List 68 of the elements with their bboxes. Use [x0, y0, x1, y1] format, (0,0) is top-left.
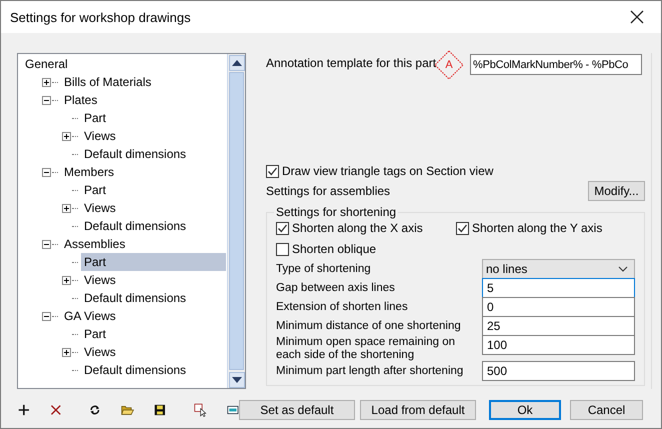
collapse-icon[interactable] — [42, 312, 51, 320]
tree-item[interactable]: Members — [61, 163, 226, 181]
tree-item[interactable]: Plates — [61, 91, 226, 109]
tree-item[interactable]: Bills of Materials — [61, 73, 226, 91]
delete-icon[interactable] — [50, 402, 62, 418]
select-cursor-icon[interactable] — [194, 401, 208, 419]
expand-icon[interactable] — [62, 276, 71, 284]
dialog-button[interactable]: Cancel — [570, 400, 643, 420]
input-field[interactable]: 100 — [482, 335, 635, 355]
tree-item[interactable]: Part — [81, 181, 226, 199]
checkbox[interactable] — [266, 164, 279, 178]
tree-item[interactable]: Assemblies — [61, 235, 226, 253]
field-label: Minimum part length after shortening — [276, 365, 464, 378]
window-title: Settings for workshop drawings — [10, 10, 191, 24]
checkbox-label[interactable]: Shorten oblique — [292, 242, 376, 256]
checkbox[interactable] — [276, 242, 289, 256]
close-icon[interactable] — [630, 10, 644, 24]
modify-button[interactable]: Modify... — [588, 181, 645, 201]
tree-item[interactable]: General — [22, 55, 226, 73]
tree-item[interactable]: GA Views — [61, 307, 226, 325]
input-field[interactable]: 500 — [482, 361, 635, 381]
checkbox-label[interactable]: Draw view triangle tags on Section view — [282, 164, 494, 178]
input-field[interactable]: 0 — [482, 297, 635, 317]
input-field[interactable]: 5 — [482, 278, 635, 298]
expand-icon[interactable] — [62, 204, 71, 212]
scroll-up-icon[interactable] — [228, 55, 244, 71]
field-label: Extension of shorten lines — [276, 301, 409, 314]
tree-item[interactable]: Part — [81, 253, 226, 271]
collapse-icon[interactable] — [42, 168, 51, 176]
save-icon[interactable] — [154, 402, 166, 418]
tree-item[interactable]: Default dimensions — [81, 217, 226, 235]
input-field[interactable]: %PbColMarkNumber% - %PbCo — [470, 54, 642, 75]
scrollbar[interactable] — [227, 54, 245, 388]
tree-item[interactable]: Views — [81, 343, 226, 361]
tree-item[interactable]: Default dimensions — [81, 361, 226, 379]
expand-icon[interactable] — [42, 78, 51, 86]
collapse-icon[interactable] — [42, 96, 51, 104]
dialog-button[interactable]: Load from default — [360, 400, 476, 420]
field-label: Annotation template for this part — [266, 56, 434, 70]
dialog-button[interactable]: Set as default — [239, 400, 355, 420]
tree-item[interactable]: Views — [81, 127, 226, 145]
field-label: Minimum open space remaining on each side of the shortening — [276, 336, 456, 362]
group-title: Settings for shortening — [275, 205, 398, 219]
tree-item[interactable]: Part — [81, 109, 226, 127]
window-icon[interactable] — [227, 403, 239, 417]
caret-icon[interactable] — [618, 266, 628, 272]
ok-button[interactable]: Ok — [489, 400, 561, 420]
tree-item[interactable]: Part — [81, 325, 226, 343]
collapse-icon[interactable] — [42, 240, 51, 248]
scroll-thumb[interactable] — [229, 72, 244, 370]
checkbox[interactable] — [456, 222, 469, 234]
field-label: Type of shortening — [276, 262, 372, 276]
add-icon[interactable] — [18, 402, 30, 418]
expand-icon[interactable] — [62, 348, 71, 356]
expand-icon[interactable] — [62, 132, 71, 140]
tree-item[interactable]: Default dimensions — [81, 145, 226, 163]
checkbox-label[interactable]: Shorten along the X axis — [292, 221, 423, 235]
tree-item[interactable]: Views — [81, 199, 226, 217]
checkbox[interactable] — [276, 222, 289, 234]
dropdown[interactable]: no lines — [482, 259, 635, 279]
tree-item[interactable]: Default dimensions — [81, 289, 226, 307]
field-label: Minimum distance of one shortening — [276, 320, 462, 333]
tree-item[interactable]: Views — [81, 271, 226, 289]
input-field[interactable]: 25 — [482, 316, 635, 336]
scroll-down-icon[interactable] — [228, 372, 244, 388]
section-label: Settings for assemblies — [266, 184, 390, 198]
field-label: Gap between axis lines — [276, 282, 396, 295]
checkbox-label[interactable]: Shorten along the Y axis — [472, 221, 602, 235]
